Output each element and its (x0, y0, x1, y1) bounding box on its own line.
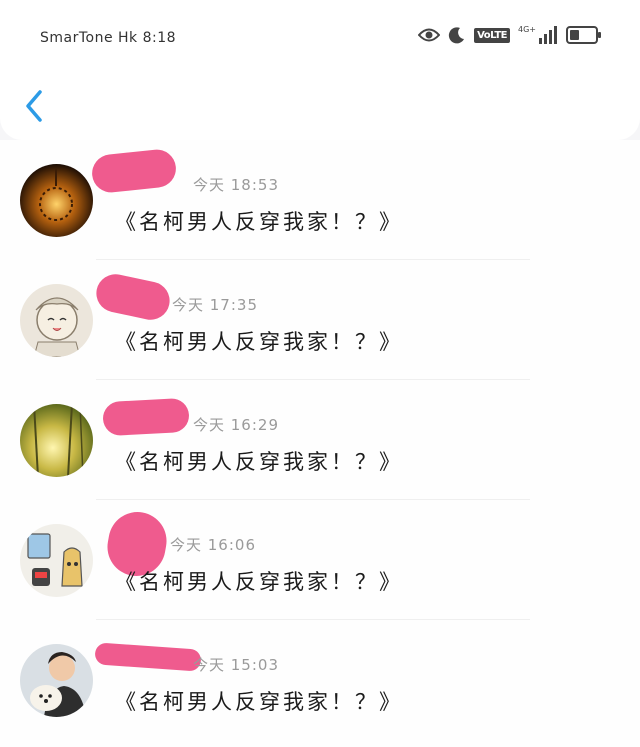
message-time: 今天 18:53 (193, 176, 279, 194)
list-item[interactable]: 今天 16:06 《名柯男人反穿我家！？》 (0, 500, 640, 620)
message-time: 今天 17:35 (172, 296, 258, 314)
carrier-name: SmarTone Hk (40, 30, 138, 46)
top-bar: SmarTone Hk 8:18 VoLTE 4G+ (0, 0, 640, 140)
network-type: 4G+ (518, 24, 536, 34)
list-item[interactable]: 今天 17:35 《名柯男人反穿我家！？》 (0, 260, 640, 380)
redacted-name (94, 642, 202, 672)
message-preview: 《名柯男人反穿我家！？》 (115, 450, 403, 474)
message-preview: 《名柯男人反穿我家！？》 (115, 690, 403, 714)
clock: 8:18 (142, 30, 177, 46)
status-bar-carrier: SmarTone Hk 8:18 (40, 30, 176, 46)
message-list: 今天 18:53 《名柯男人反穿我家！？》 今天 17:35 《名柯男人反穿我家… (0, 140, 640, 747)
list-item[interactable]: 今天 15:03 《名柯男人反穿我家！？》 (0, 620, 640, 740)
battery-icon (566, 26, 602, 44)
list-item[interactable]: 今天 16:29 《名柯男人反穿我家！？》 (0, 380, 640, 500)
back-button[interactable] (22, 88, 48, 124)
message-preview: 《名柯男人反穿我家！？》 (115, 330, 403, 354)
message-time: 今天 16:29 (193, 416, 279, 434)
signal-icon (538, 26, 558, 44)
avatar[interactable] (20, 284, 93, 357)
avatar[interactable] (20, 164, 93, 237)
chevron-left-icon (26, 90, 42, 122)
message-preview: 《名柯男人反穿我家！？》 (115, 570, 403, 594)
avatar[interactable] (20, 524, 93, 597)
avatar[interactable] (20, 404, 93, 477)
list-item[interactable]: 今天 18:53 《名柯男人反穿我家！？》 (0, 140, 640, 260)
status-icons: VoLTE 4G+ (418, 24, 602, 44)
redacted-name (102, 397, 190, 437)
message-time: 今天 16:06 (170, 536, 256, 554)
volte-badge: VoLTE (474, 27, 510, 43)
eye-icon (418, 27, 441, 43)
redacted-name (92, 270, 174, 324)
message-time: 今天 15:03 (193, 656, 279, 674)
moon-icon (448, 26, 466, 44)
message-preview: 《名柯男人反穿我家！？》 (115, 210, 403, 234)
avatar[interactable] (20, 644, 93, 717)
redacted-name (90, 147, 178, 195)
